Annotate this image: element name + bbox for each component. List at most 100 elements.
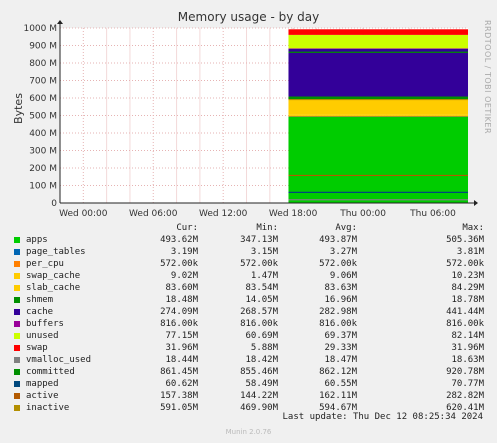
legend-value-max: 816.00k: [446, 319, 484, 329]
legend-row-active: active 157.38M 144.22M 162.11M 282.82M: [0, 390, 497, 402]
legend-value-max: 82.14M: [451, 331, 484, 341]
legend-value-avg: 69.37M: [324, 331, 357, 341]
legend-value-min: 83.54M: [245, 283, 278, 293]
legend-value-min: 572.00k: [240, 259, 278, 269]
munin-graph: Memory usage - by day RRDTOOL / TOBI OET…: [0, 0, 497, 443]
legend-row-buffers: buffers 816.00k 816.00k 816.00k 816.00k: [0, 318, 497, 330]
legend-series-name: swap: [26, 343, 48, 353]
legend-value-cur: 60.62M: [165, 379, 198, 389]
legend-value-avg: 862.12M: [319, 367, 357, 377]
legend-value-cur: 572.00k: [160, 259, 198, 269]
y-tick-label: 1000 M: [23, 24, 57, 34]
legend-series-name: slab_cache: [26, 283, 81, 293]
legend-row-per-cpu: per_cpu 572.00k 572.00k 572.00k 572.00k: [0, 258, 497, 270]
y-tick-label: 400 M: [29, 129, 57, 139]
legend-value-cur: 861.45M: [160, 367, 198, 377]
legend-swatch: [14, 405, 20, 411]
legend-value-cur: 591.05M: [160, 403, 198, 413]
legend-value-min: 144.22M: [240, 391, 278, 401]
area-slab-cache: [288, 99, 468, 115]
legend-row-swap: swap 31.96M 5.88M 29.33M 31.96M: [0, 342, 497, 354]
legend-value-min: 18.42M: [245, 355, 278, 365]
y-tick-label: 900 M: [29, 42, 57, 52]
legend-row-slab-cache: slab_cache 83.60M 83.54M 83.63M 84.29M: [0, 282, 497, 294]
y-tick-label: 800 M: [29, 59, 57, 69]
plot-area: 0 100 M 200 M 300 M 400 M 500 M 600 M 700 M 800 …: [23, 20, 478, 219]
legend-swatch: [14, 273, 20, 279]
legend-series-name: vmalloc_used: [26, 355, 92, 365]
legend-value-min: 469.90M: [240, 403, 278, 413]
legend-value-avg: 60.55M: [324, 379, 357, 389]
legend-swatch: [14, 357, 20, 363]
y-tick-label: 0: [51, 199, 57, 209]
legend-value-avg: 9.06M: [329, 271, 357, 281]
legend-series-name: cache: [26, 307, 54, 317]
legend-swatch: [14, 381, 20, 387]
legend-value-min: 3.15M: [250, 247, 278, 257]
x-tick-label: Thu 00:00: [339, 209, 386, 219]
legend-value-min: 347.13M: [240, 235, 278, 245]
legend-value-max: 282.82M: [446, 391, 484, 401]
legend-series-name: unused: [26, 331, 59, 341]
legend-swatch: [14, 309, 20, 315]
legend-value-cur: 18.44M: [165, 355, 198, 365]
legend-row-committed: committed 861.45M 855.46M 862.12M 920.78M: [0, 366, 497, 378]
munin-version: Munin 2.0.76: [225, 428, 272, 436]
legend-series-name: mapped: [26, 379, 59, 389]
legend-series-name: committed: [26, 367, 75, 377]
legend-value-avg: 493.87M: [319, 235, 357, 245]
area-unused: [288, 34, 468, 49]
legend-value-cur: 816.00k: [160, 319, 198, 329]
legend-value-min: 14.05M: [245, 295, 278, 305]
legend-value-max: 18.63M: [451, 355, 484, 365]
area-apps: [288, 116, 468, 203]
legend-series-name: per_cpu: [26, 259, 64, 269]
legend-column-header: Cur:: [176, 223, 198, 233]
legend-value-min: 5.88M: [250, 343, 278, 353]
legend-series-name: active: [26, 391, 59, 401]
legend-value-min: 60.69M: [245, 331, 278, 341]
legend-swatch: [14, 237, 20, 243]
legend-value-avg: 29.33M: [324, 343, 357, 353]
legend-value-min: 816.00k: [240, 319, 278, 329]
legend-row-cache: cache 274.09M 268.57M 282.98M 441.44M: [0, 306, 497, 318]
legend-value-cur: 3.19M: [170, 247, 198, 257]
legend-swatch: [14, 369, 20, 375]
legend-swatch: [14, 345, 20, 351]
legend-value-max: 10.23M: [451, 271, 484, 281]
legend-row-mapped: mapped 60.62M 58.49M 60.55M 70.77M: [0, 378, 497, 390]
legend-column-header: Max:: [462, 223, 484, 233]
legend-value-max: 572.00k: [446, 259, 484, 269]
legend-series-name: page_tables: [26, 247, 86, 257]
x-tick-label: Wed 00:00: [59, 209, 108, 219]
area-swap: [288, 29, 468, 35]
area-cache: [288, 48, 468, 97]
legend-swatch: [14, 249, 20, 255]
legend-value-max: 31.96M: [451, 343, 484, 353]
y-tick-label: 300 M: [29, 147, 57, 157]
legend-swatch: [14, 321, 20, 327]
legend-value-max: 18.78M: [451, 295, 484, 305]
legend-value-avg: 572.00k: [319, 259, 357, 269]
legend-value-cur: 83.60M: [165, 283, 198, 293]
legend-series-name: shmem: [26, 295, 54, 305]
legend-row-shmem: shmem 18.48M 14.05M 16.96M 18.78M: [0, 294, 497, 306]
legend-header: Cur: Min: Avg: Max:: [0, 222, 497, 234]
y-axis-arrow: [57, 20, 63, 24]
legend-value-max: 84.29M: [451, 283, 484, 293]
y-tick-label: 600 M: [29, 94, 57, 104]
legend-value-cur: 274.09M: [160, 307, 198, 317]
x-tick-label: Thu 06:00: [409, 209, 456, 219]
area-swap-cache: [288, 114, 468, 116]
legend-value-max: 3.81M: [456, 247, 484, 257]
legend-value-cur: 77.15M: [165, 331, 198, 341]
last-update: Last update: Thu Dec 12 08:25:34 2024: [282, 412, 483, 422]
legend-series-name: apps: [26, 235, 48, 245]
y-tick-label: 100 M: [29, 182, 57, 192]
legend-value-min: 268.57M: [240, 307, 278, 317]
legend-row-unused: unused 77.15M 60.69M 69.37M 82.14M: [0, 330, 497, 342]
legend-swatch: [14, 393, 20, 399]
legend-value-avg: 282.98M: [319, 307, 357, 317]
y-tick-label: 700 M: [29, 77, 57, 87]
legend-row-page-tables: page_tables 3.19M 3.15M 3.27M 3.81M: [0, 246, 497, 258]
